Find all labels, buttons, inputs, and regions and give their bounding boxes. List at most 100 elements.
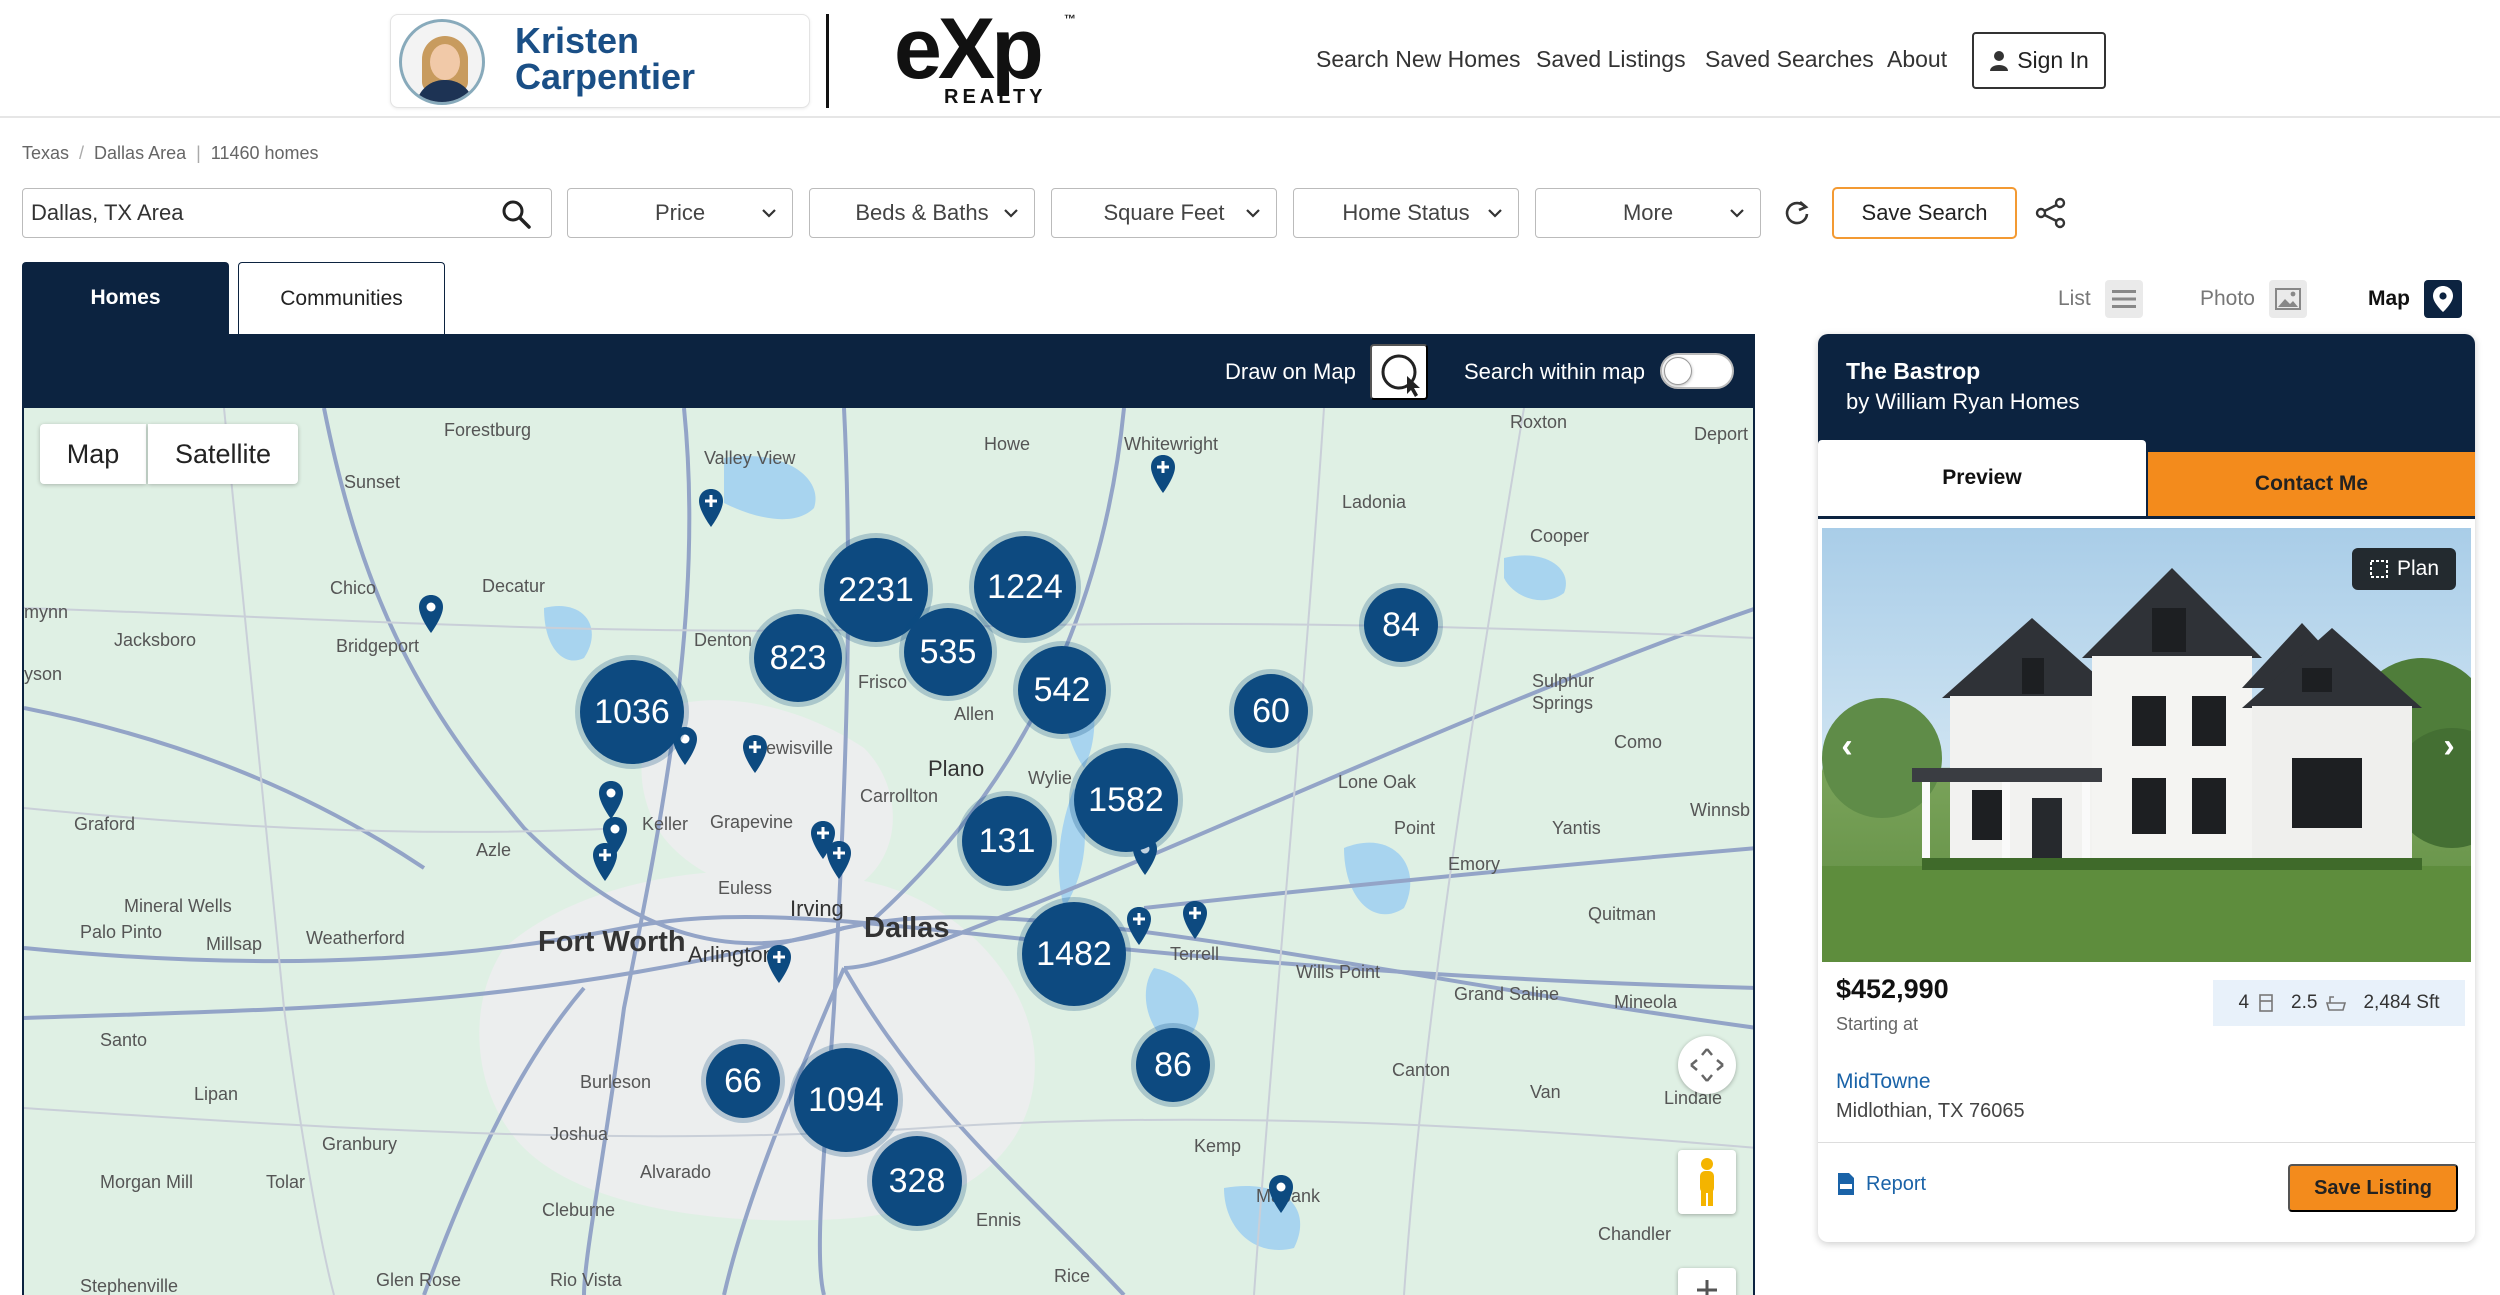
town-label: Emory: [1448, 854, 1501, 874]
map-cluster[interactable]: 823: [754, 614, 842, 702]
price-filter[interactable]: Price: [567, 188, 793, 238]
map-cluster[interactable]: 131: [962, 796, 1052, 886]
town-label: Carrollton: [860, 786, 939, 806]
draw-on-map-button[interactable]: [1370, 344, 1428, 400]
map-pin-icon[interactable]: [598, 780, 624, 820]
map-pin-icon[interactable]: [1182, 900, 1208, 940]
view-map[interactable]: Map: [2368, 280, 2462, 318]
view-photo[interactable]: Photo: [2200, 280, 2307, 318]
tab-preview[interactable]: Preview: [1818, 440, 2146, 516]
map-pin-icon[interactable]: [698, 488, 724, 528]
tab-contact-me[interactable]: Contact Me: [2148, 452, 2475, 516]
map-pin-icon[interactable]: [418, 594, 444, 634]
move-arrows-icon: [1690, 1048, 1724, 1082]
map-pin-icon[interactable]: [742, 734, 768, 774]
location-search-input[interactable]: [31, 197, 471, 229]
exp-realty-logo[interactable]: eXp ™ REALTY: [894, 4, 1084, 110]
town-label: Tolar: [266, 1172, 306, 1192]
town-label: Frisco: [858, 672, 907, 692]
town-label: Yantis: [1552, 818, 1601, 838]
town-label: Grapevine: [710, 812, 794, 832]
save-listing-button[interactable]: Save Listing: [2288, 1164, 2458, 1212]
town-label: Cooper: [1530, 526, 1590, 546]
search-within-map-label: Search within map: [1464, 359, 1645, 384]
town-label: Forestburg: [444, 420, 532, 440]
map-pin-icon[interactable]: [1126, 906, 1152, 946]
town-label: Jacksboro: [114, 630, 197, 650]
breadcrumb-state[interactable]: Texas: [22, 143, 69, 164]
town-label: Arlington: [688, 942, 775, 967]
chevron-down-icon: [1004, 209, 1018, 218]
chevron-right-icon[interactable]: ›: [2434, 727, 2464, 765]
tab-homes[interactable]: Homes: [22, 262, 229, 334]
map-pin-icon[interactable]: [1150, 454, 1176, 494]
search-icon[interactable]: [501, 199, 531, 229]
breadcrumb-area[interactable]: Dallas Area: [94, 143, 186, 164]
town-label: Fort Worth: [538, 926, 686, 958]
reset-icon[interactable]: [1782, 198, 1812, 228]
map-pan-control[interactable]: [1678, 1036, 1736, 1094]
map-cluster[interactable]: 1582: [1074, 748, 1178, 852]
town-label: Ladonia: [1342, 492, 1407, 512]
town-label: Cleburne: [542, 1200, 616, 1220]
nav-saved-searches[interactable]: Saved Searches: [1705, 46, 1874, 73]
save-search-button[interactable]: Save Search: [1832, 187, 2017, 239]
report-link[interactable]: Report: [1836, 1172, 1926, 1196]
nav-saved-listings[interactable]: Saved Listings: [1536, 46, 1686, 73]
map-cluster[interactable]: 1094: [794, 1048, 898, 1152]
map-cluster[interactable]: 1036: [580, 660, 684, 764]
map-cluster[interactable]: 84: [1364, 588, 1438, 662]
nav-about[interactable]: About: [1887, 46, 1947, 73]
town-label: Van: [1530, 1082, 1561, 1102]
map-cluster[interactable]: 1224: [974, 536, 1076, 638]
map-cluster[interactable]: 328: [872, 1136, 962, 1226]
town-label: Stephenville: [80, 1276, 179, 1295]
agent-avatar: [399, 19, 485, 105]
map-cluster[interactable]: 86: [1136, 1028, 1210, 1102]
map-canvas[interactable]: Map Satellite Forestburg Valley View How…: [22, 408, 1755, 1295]
town-label: Azle: [476, 840, 512, 860]
listing-title[interactable]: The Bastrop: [1846, 358, 1980, 385]
map-pin-icon[interactable]: [1268, 1174, 1294, 1214]
map-cluster[interactable]: 1482: [1022, 902, 1126, 1006]
sign-in-button[interactable]: Sign In: [1972, 32, 2106, 89]
town-label: Deport: [1694, 424, 1749, 444]
chevron-left-icon[interactable]: ‹: [1832, 727, 1862, 765]
town-label: Denton: [694, 630, 753, 650]
agent-brand[interactable]: Kristen Carpentier: [390, 14, 810, 108]
map-type-satellite[interactable]: Satellite: [148, 424, 298, 484]
zoom-in-button[interactable]: [1678, 1268, 1736, 1295]
town-label: Dallas: [864, 912, 950, 944]
share-icon[interactable]: [2034, 196, 2068, 230]
street-view-control[interactable]: [1678, 1150, 1736, 1214]
beds-baths-filter[interactable]: Beds & Baths: [809, 188, 1035, 238]
nav-search-new-homes[interactable]: Search New Homes: [1316, 46, 1521, 73]
map-pin-icon[interactable]: [826, 840, 852, 880]
community-link[interactable]: MidTowne: [1836, 1070, 1931, 1094]
town-label: Granbury: [322, 1134, 398, 1154]
listing-photo[interactable]: Plan ‹ ›: [1822, 528, 2471, 962]
town-label: Wills Point: [1296, 962, 1381, 982]
map-cluster[interactable]: 535: [904, 608, 992, 696]
home-status-filter[interactable]: Home Status: [1293, 188, 1519, 238]
square-feet-filter[interactable]: Square Feet: [1051, 188, 1277, 238]
town-label: Valley View: [704, 448, 796, 468]
tab-communities[interactable]: Communities: [238, 262, 445, 334]
view-list[interactable]: List: [2058, 280, 2143, 318]
more-filter[interactable]: More: [1535, 188, 1761, 238]
map-pin-icon[interactable]: [592, 842, 618, 882]
town-label: Rice: [1054, 1266, 1091, 1286]
draw-on-map-label: Draw on Map: [1225, 359, 1356, 384]
town-label: Millsap: [206, 934, 263, 954]
sign-in-label: Sign In: [2017, 47, 2089, 73]
list-icon: [2104, 280, 2143, 318]
search-within-map-toggle[interactable]: [1660, 353, 1734, 389]
map-cluster[interactable]: 542: [1018, 646, 1106, 734]
map-pin-icon[interactable]: [766, 944, 792, 984]
town-label: Chico: [330, 578, 377, 598]
map-cluster[interactable]: 66: [706, 1044, 780, 1118]
town-label: Howe: [984, 434, 1031, 454]
map-type-map[interactable]: Map: [40, 424, 146, 484]
map-cluster[interactable]: 60: [1234, 674, 1308, 748]
town-label: Joshua: [550, 1124, 609, 1144]
